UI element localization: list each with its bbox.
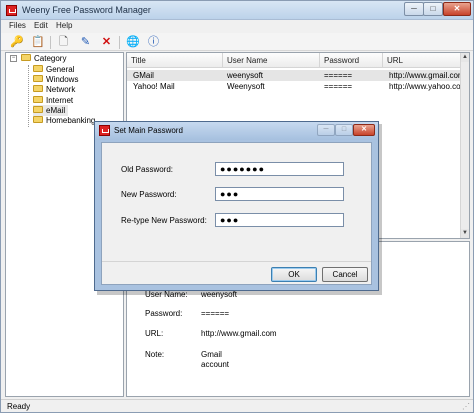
dialog-title-bar[interactable]: Set Main Password ─ □ ✕ bbox=[95, 122, 378, 140]
folder-icon bbox=[33, 85, 43, 93]
dialog-title: Set Main Password bbox=[114, 126, 183, 135]
folder-icon bbox=[33, 65, 43, 73]
scroll-up-arrow-icon[interactable]: ▲ bbox=[461, 53, 469, 62]
dialog-minimize-button: ─ bbox=[317, 124, 335, 136]
menu-bar: Files Edit Help bbox=[1, 20, 473, 33]
new-password-label: New Password: bbox=[121, 190, 177, 199]
cell-title: GMail bbox=[133, 71, 154, 80]
column-header-title[interactable]: Title bbox=[127, 53, 223, 68]
folder-icon bbox=[21, 54, 31, 62]
scroll-down-arrow-icon[interactable]: ▼ bbox=[461, 229, 469, 238]
retype-password-field[interactable]: ●●● bbox=[215, 213, 344, 227]
status-text: Ready bbox=[7, 402, 31, 411]
old-password-field[interactable]: ●●●●●●● bbox=[215, 162, 344, 176]
detail-password-value: ====== bbox=[201, 309, 230, 318]
set-main-password-dialog: Set Main Password ─ □ ✕ Old Password: ●●… bbox=[94, 121, 379, 291]
status-bar: Ready ⋰ bbox=[1, 399, 473, 412]
folder-icon bbox=[33, 96, 43, 104]
menu-edit[interactable]: Edit bbox=[34, 21, 48, 30]
cell-title: Yahoo! Mail bbox=[133, 82, 175, 91]
folder-icon bbox=[33, 116, 43, 124]
detail-note-value: account bbox=[201, 360, 230, 369]
tree-item-category[interactable]: Category bbox=[21, 53, 66, 64]
dialog-maximize-button: □ bbox=[335, 124, 353, 136]
table-row[interactable]: Yahoo! Mail Weenysoft ====== http://www.… bbox=[127, 81, 467, 92]
menu-help[interactable]: Help bbox=[56, 21, 72, 30]
toolbar-separator bbox=[50, 36, 51, 49]
detail-url-label: URL: bbox=[145, 329, 164, 338]
ok-button[interactable]: OK bbox=[271, 267, 317, 282]
old-password-label: Old Password: bbox=[121, 165, 174, 174]
app-icon bbox=[99, 125, 110, 136]
edit-icon[interactable]: ✎ bbox=[79, 36, 92, 49]
dialog-body: Old Password: ●●●●●●● New Password: ●●● … bbox=[101, 142, 372, 285]
cell-user-name: weenysoft bbox=[227, 71, 264, 80]
folder-icon bbox=[33, 106, 43, 114]
detail-url-value: http://www.gmail.com bbox=[201, 329, 277, 338]
cell-password: ====== bbox=[324, 82, 353, 91]
app-icon bbox=[6, 5, 17, 16]
folder-icon bbox=[33, 75, 43, 83]
close-button[interactable]: ✕ bbox=[443, 2, 471, 16]
detail-note-label: Note: bbox=[145, 350, 165, 359]
tree-item-homebanking[interactable]: Homebanking bbox=[33, 115, 95, 126]
detail-password-label: Password: bbox=[145, 309, 183, 318]
dialog-divider bbox=[102, 261, 371, 262]
cancel-button[interactable]: Cancel bbox=[322, 267, 368, 282]
title-bar[interactable]: Weeny Free Password Manager ─ □ ✕ bbox=[1, 1, 473, 20]
tree-expander[interactable]: − bbox=[10, 55, 17, 62]
maximize-button[interactable]: □ bbox=[423, 2, 443, 16]
retype-password-label: Re-type New Password: bbox=[121, 216, 207, 225]
detail-note-value: Gmail bbox=[201, 350, 222, 359]
dialog-close-button[interactable]: ✕ bbox=[353, 124, 375, 136]
delete-icon[interactable]: ✕ bbox=[100, 36, 113, 49]
new-document-icon[interactable]: 🗋 bbox=[57, 36, 70, 49]
new-password-field[interactable]: ●●● bbox=[215, 187, 344, 201]
cell-password: ====== bbox=[324, 71, 353, 80]
column-header-url[interactable]: URL bbox=[383, 53, 462, 68]
column-header-user-name[interactable]: User Name bbox=[223, 53, 320, 68]
window-title: Weeny Free Password Manager bbox=[22, 5, 151, 15]
clipboard-icon[interactable]: 📋 bbox=[31, 36, 45, 49]
resize-grip-icon[interactable]: ⋰ bbox=[462, 402, 470, 411]
cell-url: http://www.yahoo.com bbox=[389, 82, 468, 91]
tree-guide bbox=[28, 65, 29, 127]
cell-url: http://www.gmail.com bbox=[389, 71, 465, 80]
list-scrollbar[interactable]: ▲ ▼ bbox=[460, 53, 469, 238]
menu-files[interactable]: Files bbox=[9, 21, 26, 30]
column-header-password[interactable]: Password bbox=[320, 53, 383, 68]
info-icon[interactable]: ⓘ bbox=[147, 36, 160, 49]
toolbar: 🔑 📋 🗋 ✎ ✕ 🌐 ⓘ bbox=[1, 33, 473, 51]
toolbar-separator bbox=[119, 36, 120, 49]
minimize-button[interactable]: ─ bbox=[404, 2, 424, 16]
table-row[interactable]: GMail weenysoft ====== http://www.gmail.… bbox=[127, 70, 465, 81]
cell-user-name: Weenysoft bbox=[227, 82, 265, 91]
tree-item-network[interactable]: Network bbox=[33, 84, 75, 95]
globe-icon[interactable]: 🌐 bbox=[126, 36, 140, 49]
key-icon[interactable]: 🔑 bbox=[10, 36, 24, 49]
